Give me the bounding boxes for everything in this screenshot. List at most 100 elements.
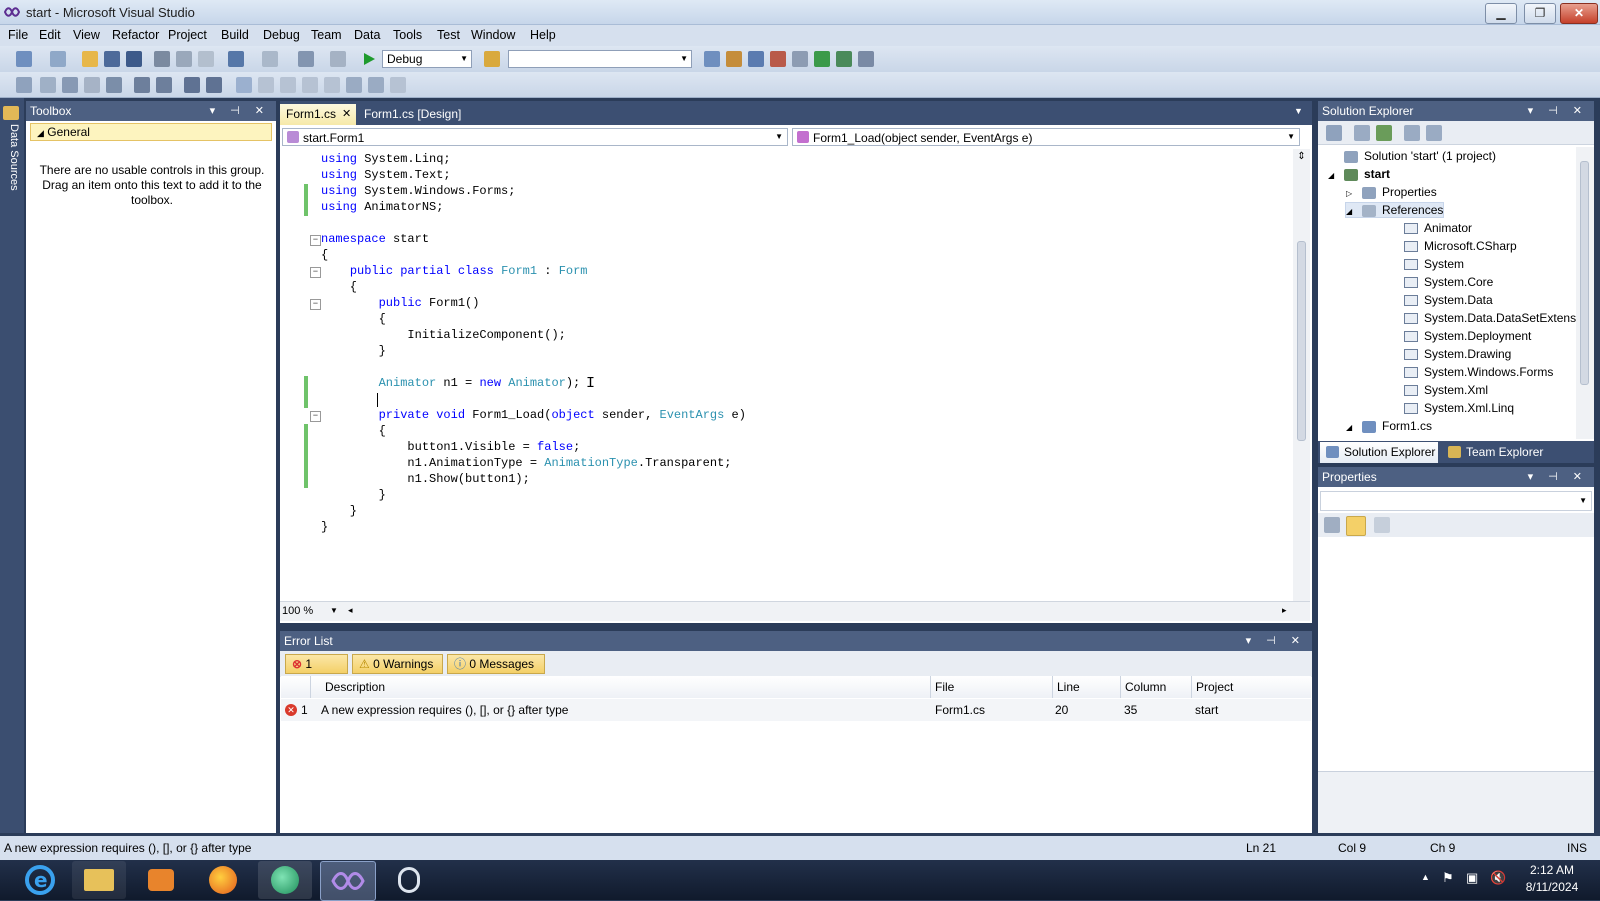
complete-word-icon[interactable] [84,77,100,93]
zoom-chevron-down-icon[interactable]: ▼ [330,606,338,615]
panel-controls[interactable]: ▾ ⊣ ✕ [1528,101,1588,121]
column-header-project[interactable]: Project [1192,676,1311,698]
clear-bookmarks-icon[interactable] [346,77,362,93]
tab-form1-design[interactable]: Form1.cs [Design] [360,104,470,125]
categorized-icon[interactable] [1324,517,1340,533]
code-line[interactable]: button1.Visible = false; [321,440,580,454]
tree-expander-icon[interactable]: ◢ [1346,207,1362,216]
snipping-tool-icon[interactable] [382,861,436,899]
tree-reference-item[interactable]: Animator [1384,221,1472,235]
previous-bookmark-folder-icon[interactable] [302,77,318,93]
code-line[interactable]: { [321,248,328,262]
collapse-region-icon[interactable]: − [310,267,321,278]
scroll-right-icon[interactable]: ▸ [1282,605,1287,616]
collapse-region-icon[interactable]: − [310,411,321,422]
view-designer-icon[interactable] [1426,125,1442,141]
tab-overflow-chevron-icon[interactable]: ▼ [1294,106,1303,116]
command-window-icon[interactable] [858,51,874,67]
code-line[interactable]: public Form1() [321,296,480,310]
data-sources-tab[interactable]: Data Sources [4,124,20,204]
panel-controls[interactable]: ▾ ⊣ ✕ [210,101,270,121]
code-line[interactable]: public partial class Form1 : Form [321,264,588,278]
tab-solution-explorer[interactable]: Solution Explorer [1320,442,1438,463]
next-bookmark-folder-icon[interactable] [324,77,340,93]
find-combo[interactable]: ▼ [508,50,692,68]
errors-filter-button[interactable]: ⊗ 1 Error [285,654,348,689]
file-explorer-icon[interactable] [72,861,126,899]
comment-lines-icon[interactable] [184,77,200,93]
new-project-icon[interactable] [16,51,32,67]
view-code-icon[interactable] [1404,125,1420,141]
column-header-line[interactable]: Line [1053,676,1121,698]
collapse-region-icon[interactable]: − [310,299,321,310]
tree-references[interactable]: ◢ References [1344,202,1445,218]
tab-team-explorer[interactable]: Team Explorer [1442,442,1562,463]
member-list-icon[interactable] [16,77,32,93]
menu-item-help[interactable]: Help [530,28,556,42]
menu-item-window[interactable]: Window [471,28,515,42]
tab-form1-cs[interactable]: Form1.cs ✕ [280,104,356,125]
code-line[interactable]: } [321,504,357,518]
media-player-icon[interactable] [134,861,188,899]
code-line[interactable]: using System.Linq; [321,152,451,166]
tools-icon[interactable] [792,51,808,67]
tree-properties[interactable]: ▷ Properties [1346,185,1437,199]
member-dropdown[interactable]: Form1_Load(object sender, EventArgs e) ▼ [792,128,1300,146]
visual-studio-taskbar-icon[interactable] [320,861,376,901]
scroll-thumb[interactable] [1297,241,1306,441]
toolbox-icon[interactable] [770,51,786,67]
menu-item-build[interactable]: Build [221,28,249,42]
uncomment-lines-icon[interactable] [206,77,222,93]
tree-reference-item[interactable]: System.Windows.Forms [1384,365,1553,379]
solution-tree[interactable]: Solution 'start' (1 project) ◢ start ▷ Prope… [1318,147,1576,439]
bookmark-options-icon[interactable] [390,77,406,93]
start-page-icon[interactable] [814,51,830,67]
split-handle-icon[interactable]: ⇕ [1295,151,1308,163]
code-line[interactable]: } [321,344,386,358]
find-in-files-icon[interactable] [484,51,500,67]
volume-muted-icon[interactable]: 🔇 [1490,870,1506,886]
code-editor[interactable]: start.Form1 ▼ Form1_Load(object sender, … [280,125,1312,623]
tree-reference-item[interactable]: System.Data.DataSetExtensions [1384,311,1576,325]
code-line[interactable]: using System.Text; [321,168,451,182]
solution-configuration-select[interactable]: Debug ▼ [382,50,472,68]
menu-item-data[interactable]: Data [354,28,380,42]
object-browser-icon[interactable] [748,51,764,67]
copy-icon[interactable] [176,51,192,67]
close-button[interactable]: ✕ [1560,3,1598,24]
firefox-icon[interactable] [196,861,250,899]
column-header-column[interactable]: Column [1121,676,1192,698]
code-line[interactable]: namespace start [321,232,429,246]
tree-reference-item[interactable]: System.Drawing [1384,347,1511,361]
code-line[interactable]: Animator n1 = new Animator); [321,376,581,390]
clock-date[interactable]: 8/11/2024 [1516,880,1588,894]
navigate-forward-icon[interactable] [330,51,346,67]
vertical-scrollbar[interactable]: ⇕ [1293,149,1310,601]
parameter-info-icon[interactable] [40,77,56,93]
property-pages-icon[interactable] [1374,517,1390,533]
menu-item-file[interactable]: File [8,28,28,42]
close-tab-icon[interactable]: ✕ [342,104,351,124]
properties-window-icon[interactable] [726,51,742,67]
warnings-filter-button[interactable]: ⚠ 0 Warnings [352,654,443,674]
save-all-icon[interactable] [126,51,142,67]
menu-item-test[interactable]: Test [437,28,460,42]
tree-solution[interactable]: Solution 'start' (1 project) [1328,149,1496,163]
menu-item-edit[interactable]: Edit [39,28,61,42]
code-line[interactable]: using AnimatorNS; [321,200,443,214]
increase-indent-icon[interactable] [156,77,172,93]
tree-project[interactable]: ◢ start [1328,167,1390,181]
refresh-icon[interactable] [1376,125,1392,141]
code-line[interactable]: } [321,520,328,534]
class-dropdown[interactable]: start.Form1 ▼ [282,128,788,146]
menu-item-refactor[interactable]: Refactor [112,28,159,42]
tree-expander-icon[interactable]: ▷ [1346,189,1362,198]
toggle-bookmark-icon[interactable] [236,77,252,93]
code-line[interactable]: } [321,488,386,502]
decrease-indent-icon[interactable] [134,77,150,93]
start-debugging-icon[interactable] [362,52,376,66]
panel-controls[interactable]: ▾ ⊣ ✕ [1246,631,1306,651]
column-header-file[interactable]: File [931,676,1053,698]
solution-scrollbar[interactable] [1576,147,1594,439]
code-line[interactable] [321,392,379,406]
